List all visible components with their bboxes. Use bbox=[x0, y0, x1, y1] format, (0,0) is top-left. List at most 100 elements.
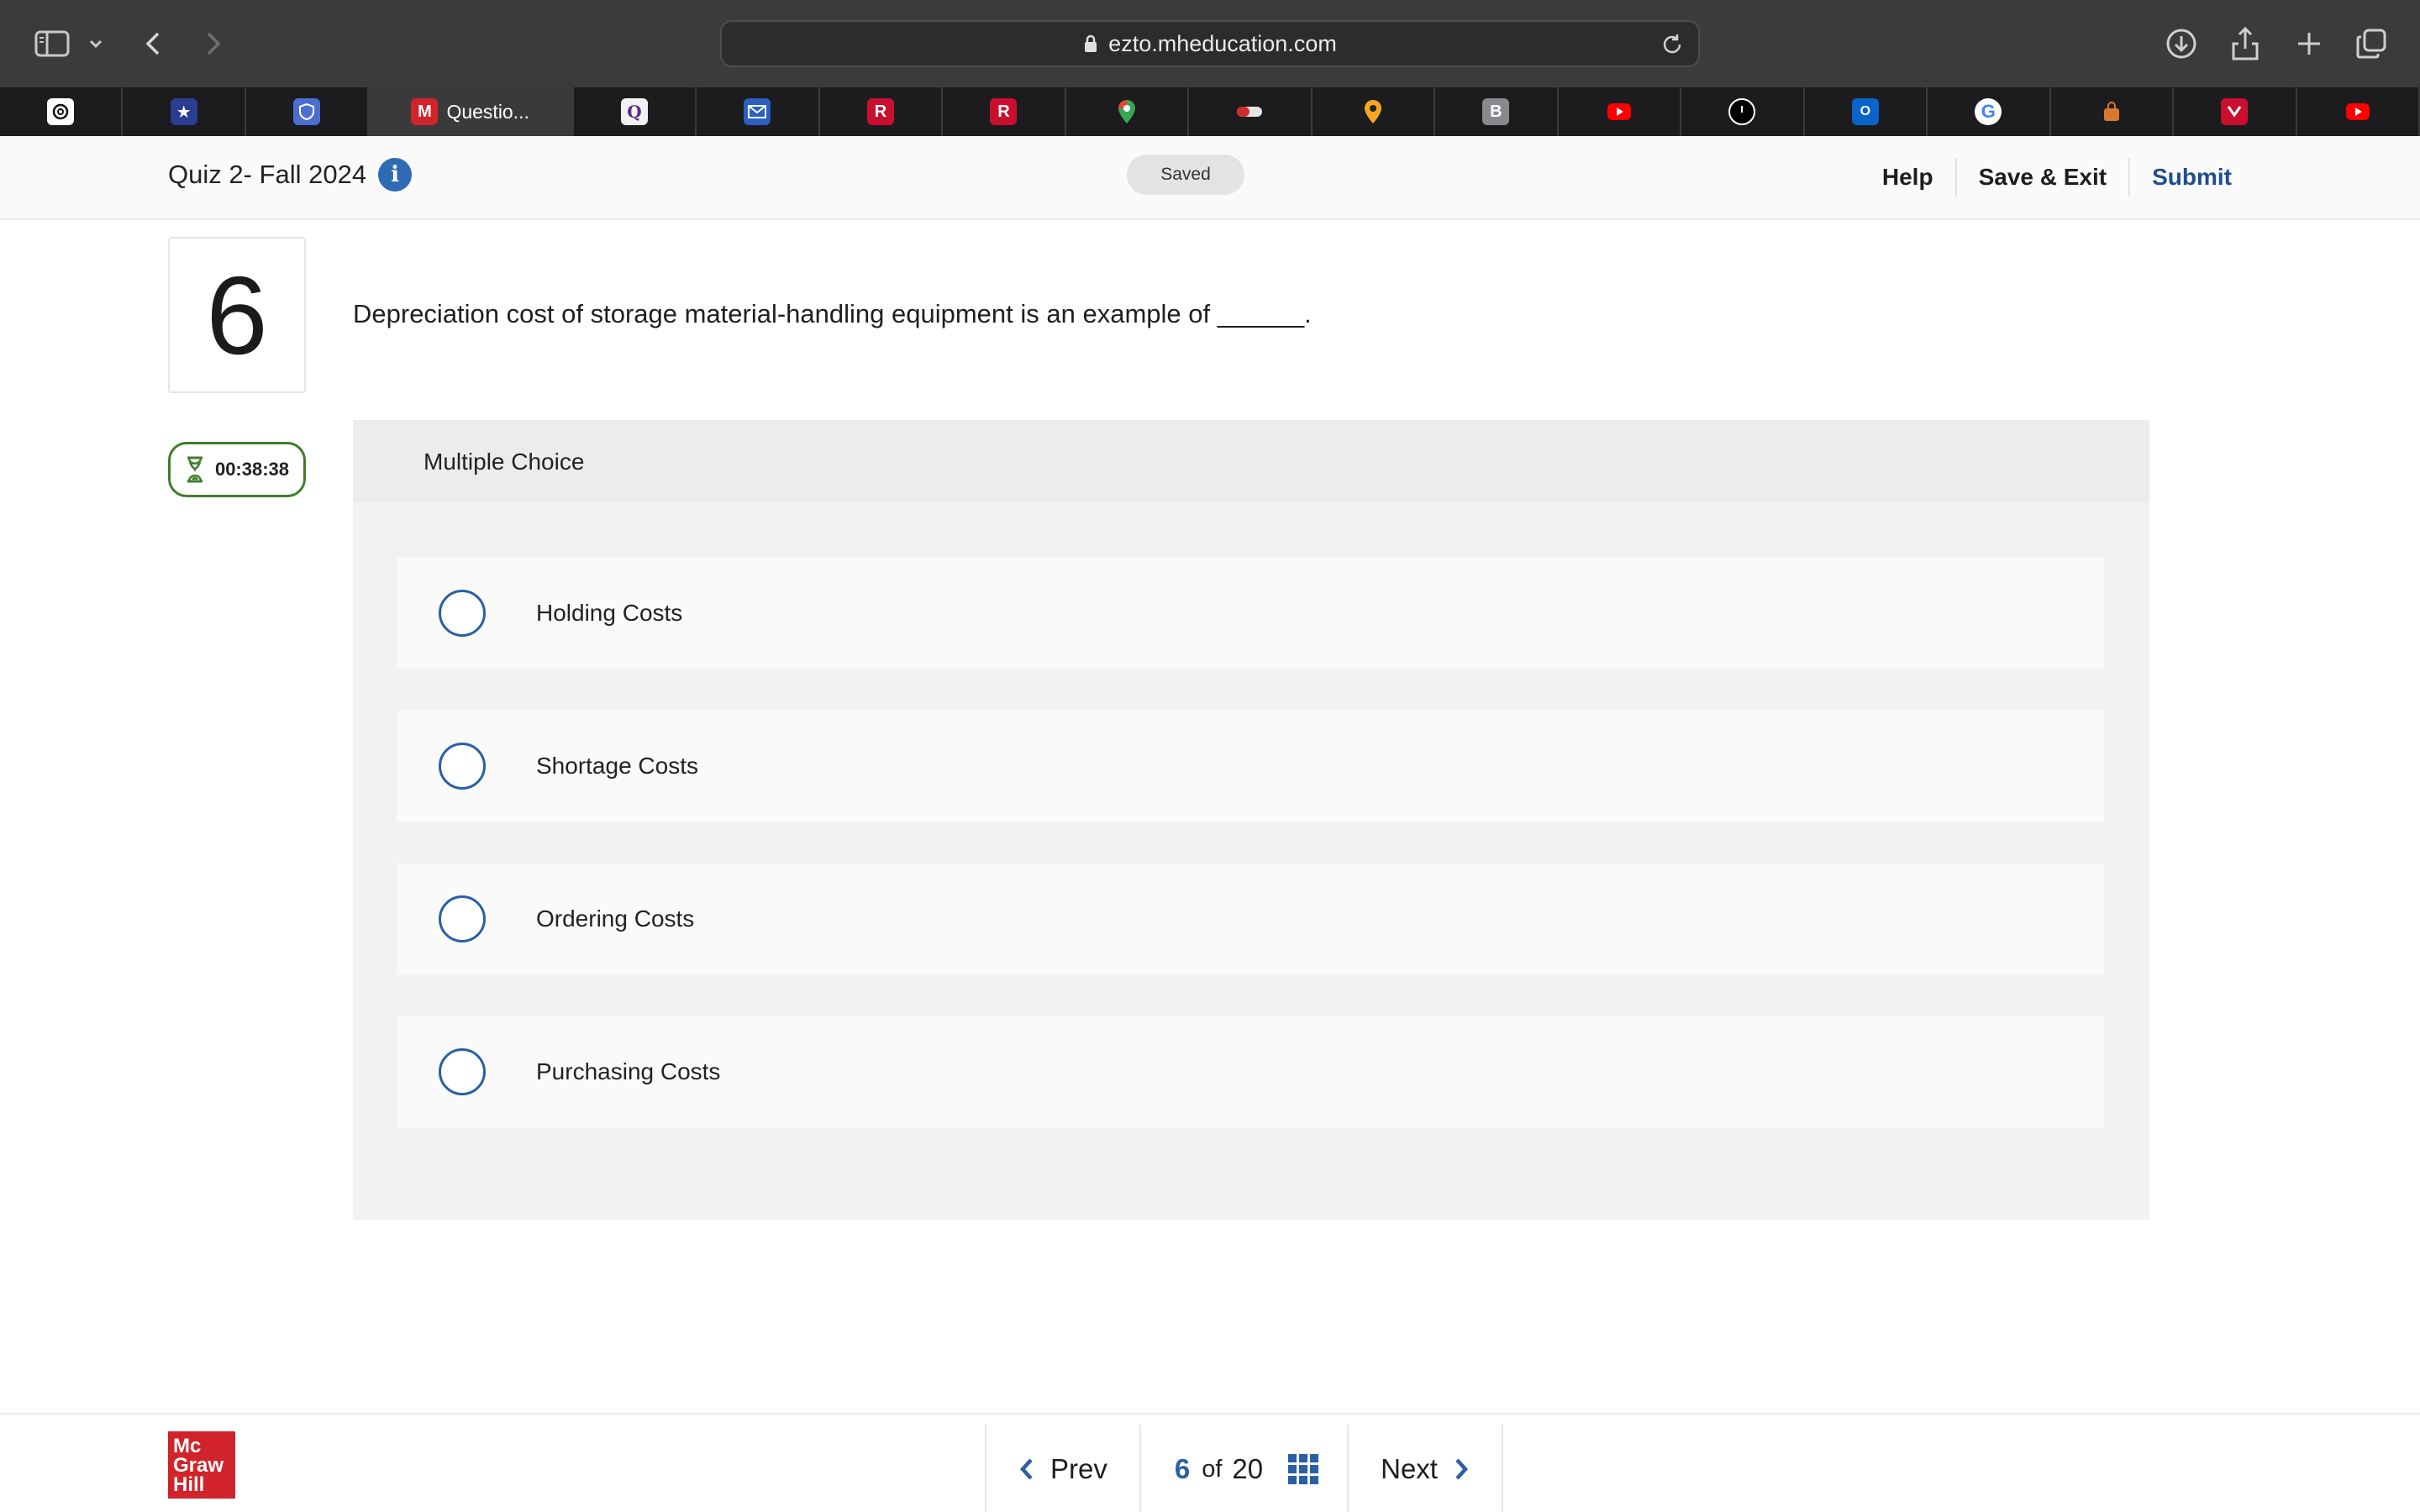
quiz-title: Quiz 2- Fall 2024 i bbox=[168, 158, 413, 192]
prev-button[interactable]: Prev bbox=[986, 1425, 1141, 1512]
logo-line: Mc bbox=[173, 1435, 202, 1457]
answer-option-label: Ordering Costs bbox=[536, 906, 695, 932]
radio-button[interactable] bbox=[439, 1048, 486, 1095]
save-exit-link[interactable]: Save & Exit bbox=[1957, 158, 2131, 197]
youtube-icon bbox=[2344, 98, 2371, 125]
tab-strip: ★ M Questio... Q R R B O G bbox=[0, 87, 2420, 136]
share-icon[interactable] bbox=[2230, 24, 2260, 64]
tab-r1[interactable]: R bbox=[820, 87, 944, 136]
chevron-right-icon bbox=[1453, 1457, 1470, 1482]
tab-red-shield[interactable] bbox=[2174, 87, 2297, 136]
question-type-label: Multiple Choice bbox=[424, 449, 585, 475]
prev-label: Prev bbox=[1050, 1453, 1107, 1484]
tab-b[interactable]: B bbox=[1435, 87, 1559, 136]
tab-q[interactable]: Q bbox=[574, 87, 697, 136]
answer-option[interactable]: Shortage Costs bbox=[397, 711, 2104, 822]
of-label: of bbox=[1202, 1455, 1223, 1483]
answer-panel: Multiple Choice Holding Costs Shortage C… bbox=[353, 420, 2149, 1220]
location-pin-icon bbox=[1360, 98, 1386, 125]
clock-icon bbox=[1728, 98, 1756, 125]
hourglass-icon bbox=[185, 455, 205, 484]
r-letter-icon: R bbox=[990, 98, 1018, 125]
quiz-header: Quiz 2- Fall 2024 i Saved Help Save & Ex… bbox=[0, 136, 2420, 220]
r-letter-icon: R bbox=[866, 98, 894, 125]
tab-maps[interactable] bbox=[1066, 87, 1190, 136]
tab-overview-icon[interactable] bbox=[2354, 24, 2388, 64]
new-tab-icon[interactable] bbox=[2294, 24, 2324, 64]
chevron-left-icon bbox=[1018, 1457, 1035, 1482]
page-indicator[interactable]: 6 of 20 bbox=[1141, 1425, 1349, 1512]
download-icon[interactable] bbox=[2165, 24, 2198, 64]
map-pin-icon bbox=[1113, 98, 1140, 125]
address-bar[interactable]: ezto.mheducation.com bbox=[720, 20, 1700, 67]
info-icon[interactable]: i bbox=[378, 158, 413, 192]
youtube-icon bbox=[1606, 98, 1633, 125]
active-tab-label: Questio... bbox=[446, 100, 529, 123]
chatgpt-icon bbox=[47, 98, 75, 125]
answer-option[interactable]: Holding Costs bbox=[397, 558, 2104, 669]
answer-option[interactable]: Ordering Costs bbox=[397, 864, 2104, 974]
question-number: 6 bbox=[168, 237, 306, 393]
url-text: ezto.mheducation.com bbox=[1108, 30, 1337, 56]
tab-r2[interactable]: R bbox=[943, 87, 1066, 136]
answer-option-label: Shortage Costs bbox=[536, 753, 698, 779]
tab-chatgpt[interactable] bbox=[0, 87, 124, 136]
tab-outlook[interactable]: O bbox=[1805, 87, 1928, 136]
tab-mail[interactable] bbox=[697, 87, 820, 136]
answer-option[interactable]: Purchasing Costs bbox=[397, 1016, 2104, 1127]
b-letter-icon: B bbox=[1482, 98, 1510, 125]
submit-link[interactable]: Submit bbox=[2130, 158, 2232, 197]
red-shield-icon bbox=[2221, 98, 2249, 125]
radio-button[interactable] bbox=[439, 590, 486, 637]
tab-bag[interactable] bbox=[2051, 87, 2175, 136]
radio-button[interactable] bbox=[439, 743, 486, 790]
header-actions: Help Save & Exit Submit bbox=[1860, 156, 2232, 198]
tab-star[interactable]: ★ bbox=[123, 87, 246, 136]
pager: Prev 6 of 20 Next bbox=[985, 1425, 1503, 1512]
shield-icon bbox=[293, 98, 321, 125]
tab-google[interactable]: G bbox=[1928, 87, 2051, 136]
next-button[interactable]: Next bbox=[1349, 1425, 1503, 1512]
timer-value: 00:38:38 bbox=[214, 459, 290, 480]
pill-icon bbox=[1236, 98, 1263, 125]
tab-pill[interactable] bbox=[1189, 87, 1313, 136]
back-icon[interactable] bbox=[141, 24, 165, 64]
mail-icon bbox=[744, 98, 771, 125]
tab-youtube[interactable] bbox=[1559, 87, 1682, 136]
answer-option-label: Holding Costs bbox=[536, 600, 683, 626]
timer-badge: 00:38:38 bbox=[168, 442, 306, 497]
radio-button[interactable] bbox=[439, 895, 486, 942]
next-label: Next bbox=[1381, 1453, 1438, 1484]
tab-mcgraw-question[interactable]: M Questio... bbox=[369, 87, 574, 136]
reload-icon[interactable] bbox=[1660, 32, 1685, 63]
outlook-icon: O bbox=[1851, 98, 1879, 125]
answer-option-label: Purchasing Costs bbox=[536, 1058, 721, 1084]
quiz-title-text: Quiz 2- Fall 2024 bbox=[168, 160, 367, 189]
footer-navigation: Mc Graw Hill Prev 6 of 20 Next bbox=[0, 1413, 2420, 1512]
total-pages: 20 bbox=[1232, 1453, 1264, 1484]
q-letter-icon: Q bbox=[621, 98, 648, 125]
tab-youtube-2[interactable] bbox=[2297, 87, 2420, 136]
logo-line: Graw bbox=[173, 1454, 224, 1477]
lock-icon bbox=[1083, 34, 1098, 53]
help-link[interactable]: Help bbox=[1860, 158, 1957, 197]
google-icon: G bbox=[1975, 98, 2002, 125]
forward-icon[interactable] bbox=[202, 24, 225, 64]
tab-pin[interactable] bbox=[1313, 87, 1436, 136]
tab-shield[interactable] bbox=[246, 87, 370, 136]
sidebar-toggle-icon[interactable] bbox=[34, 24, 71, 64]
mcgraw-hill-logo: Mc Graw Hill bbox=[168, 1431, 235, 1499]
star-icon: ★ bbox=[170, 98, 197, 125]
question-prompt: Depreciation cost of storage material-ha… bbox=[353, 299, 1312, 328]
chevron-down-icon[interactable] bbox=[87, 24, 104, 64]
answer-panel-header: Multiple Choice bbox=[353, 420, 2149, 502]
browser-toolbar: ezto.mheducation.com bbox=[0, 0, 2420, 87]
bag-icon bbox=[2098, 98, 2125, 125]
screen: ezto.mheducation.com ★ M Questio... Q R R bbox=[0, 0, 2420, 1512]
grid-icon[interactable] bbox=[1288, 1454, 1319, 1484]
saved-status-badge: Saved bbox=[1127, 155, 1244, 195]
logo-line: Hill bbox=[173, 1473, 205, 1496]
current-page: 6 bbox=[1174, 1453, 1191, 1484]
tab-clock[interactable] bbox=[1681, 87, 1805, 136]
mcgraw-m-icon: M bbox=[411, 98, 439, 125]
